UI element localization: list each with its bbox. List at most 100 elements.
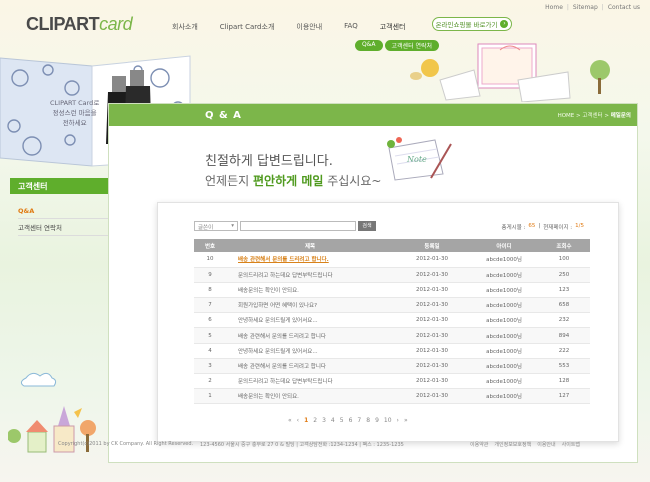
hero-text: CLIPART Card로 정성스런 마음을 전하세요 (50, 98, 99, 128)
nav-customer-center[interactable]: 고객센터 (380, 22, 406, 32)
note-label: Note (406, 155, 427, 164)
content-panel: Q & A HOME > 고객센터 > 메일문의 친절하게 답변드립니다. 언제… (108, 103, 638, 463)
board-stats: 총게시물 : 65 | 현재페이지 : 1/5 (501, 223, 584, 231)
sidebar-item-contact[interactable]: 고객센터 연락처 (18, 219, 110, 236)
table-row[interactable]: 3 배송 관련해서 문의를 드리려고 합니다 2012-01-30 abcde1000… (194, 358, 590, 375)
footer-address: 123-4560 서울시 중구 충무로 27 0 & 빌딩 | 고객상담전화 :… (200, 441, 404, 448)
breadcrumb-home[interactable]: HOME (558, 113, 575, 119)
pager-page-1[interactable]: 1 (304, 417, 308, 424)
post-subject-link[interactable]: 안녕하세요 문의드릴게 있어서요... (226, 312, 394, 329)
post-subject-link[interactable]: 회원가입하면 어떤 혜택이 있나요? (226, 297, 394, 314)
intro-highlight: 편안하게 메일 (252, 174, 324, 188)
footer-links: 이용약관 개인정보보호정책 이용안내 사이트맵 (470, 441, 580, 448)
top-link-sitemap[interactable]: Sitemap (573, 4, 598, 11)
chevron-down-icon: ▾ (231, 223, 234, 229)
footer-link-terms[interactable]: 이용약관 (470, 441, 488, 448)
logo-sub: card (99, 14, 133, 34)
post-subject-link[interactable]: 배송 관련해서 문의를 드리려고 합니다 (226, 327, 394, 344)
pager-page-9[interactable]: 9 (375, 417, 379, 424)
breadcrumb: HOME > 고객센터 > 메일문의 (557, 113, 631, 119)
pager-page-3[interactable]: 3 (322, 417, 326, 424)
arrow-right-icon: › (500, 20, 509, 28)
footer: Copyright(c)2011 by CK Company. All Righ… (0, 436, 650, 452)
qna-table: 번호 제목 등록일 아이디 조회수 10 배송 관련해서 문의를 드리려고 합니다… (194, 239, 590, 405)
page-label: 현재페이지 : (543, 225, 573, 231)
search-input[interactable] (240, 221, 356, 231)
nav-faq[interactable]: FAQ (344, 22, 358, 32)
nav-guide[interactable]: 이용안내 (296, 22, 322, 32)
post-subject-link[interactable]: 배송문의는 확인이 안되요. (226, 282, 394, 299)
total-label: 총게시물 : (501, 225, 526, 231)
top-links: Home | Sitemap | Contact us (545, 4, 640, 11)
top-link-home[interactable]: Home (545, 4, 563, 11)
post-subject-link[interactable]: 배송 관련해서 문의를 드리려고 합니다 (226, 358, 394, 375)
post-subject-link[interactable]: 배송 관련해서 문의를 드리려고 합니다. (226, 252, 394, 268)
online-mall-button[interactable]: 온라인쇼핑몰 바로가기 › (432, 17, 512, 31)
table-row[interactable]: 7 회원가입하면 어떤 혜택이 있나요? 2012-01-30 abcde1000님 6… (194, 297, 590, 314)
pagination: « ‹ 1 2 3 4 5 6 7 8 9 10 › » (288, 417, 408, 424)
qna-board: 글쓴이 ▾ 검색 총게시물 : 65 | 현재페이지 : 1/5 번호 제목 등록… (157, 202, 619, 442)
nav-company[interactable]: 회사소개 (172, 22, 198, 32)
note-pencil-icon: Note (387, 137, 452, 181)
table-row[interactable]: 4 안녕하세요 문의드릴게 있어서요... 2012-01-30 abcde1000님… (194, 343, 590, 359)
pager-last[interactable]: » (404, 417, 408, 424)
pager-page-5[interactable]: 5 (340, 417, 344, 424)
hero-text-line-1: CLIPART Card로 (50, 99, 100, 107)
table-row[interactable]: 10 배송 관련해서 문의를 드리려고 합니다. 2012-01-30 abcde10… (194, 252, 590, 268)
pager-page-6[interactable]: 6 (349, 417, 353, 424)
online-mall-label: 온라인쇼핑몰 바로가기 (435, 21, 498, 29)
col-subject: 제목 (226, 239, 394, 252)
total-value: 65 (528, 223, 536, 229)
nav-card-intro[interactable]: Clipart Card소개 (220, 22, 275, 32)
breadcrumb-mid[interactable]: 고객센터 (582, 113, 602, 119)
pager-page-8[interactable]: 8 (366, 417, 370, 424)
pager-prev[interactable]: ‹ (297, 417, 299, 424)
post-subject-link[interactable]: 안녕하세요 문의드릴게 있어서요... (226, 343, 394, 359)
pager-page-4[interactable]: 4 (331, 417, 335, 424)
col-date: 등록일 (394, 239, 470, 252)
breadcrumb-current: 메일문의 (610, 113, 631, 119)
col-number: 번호 (194, 239, 226, 252)
col-id: 아이디 (470, 239, 538, 252)
sidebar-menu: Q&A 고객센터 연락처 (18, 204, 110, 236)
col-views: 조회수 (538, 239, 590, 252)
post-subject-link[interactable]: 문의드리려고 하는데요 답변부탁드립니다 (226, 373, 394, 390)
footer-link-sitemap[interactable]: 사이트맵 (562, 441, 580, 448)
page-title: Q & A (205, 109, 242, 121)
site-logo[interactable]: CLIPARTcard (26, 14, 133, 35)
hero-text-line-3: 전하세요 (62, 119, 87, 127)
sidebar-title: 고객센터 (10, 178, 110, 194)
cards-decoration (410, 43, 610, 102)
pager-first[interactable]: « (288, 417, 292, 424)
pager-page-7[interactable]: 7 (357, 417, 361, 424)
logo-main: CLIPART (26, 14, 100, 34)
footer-link-guide[interactable]: 이용안내 (537, 441, 555, 448)
sub-nav-qna[interactable]: Q&A (355, 40, 383, 51)
footer-link-privacy[interactable]: 개인정보보호정책 (494, 441, 531, 448)
table-row[interactable]: 5 배송 관련해서 문의를 드리려고 합니다 2012-01-30 abcde1000… (194, 327, 590, 344)
post-subject-link[interactable]: 문의드리려고 하는데요 답변부탁드립니다 (226, 267, 394, 283)
qna-rows: 10 배송 관련해서 문의를 드리려고 합니다. 2012-01-30 abcde10… (194, 252, 590, 405)
main-nav: 회사소개 Clipart Card소개 이용안내 FAQ 고객센터 (172, 22, 427, 32)
post-subject-link[interactable]: 배송문의는 확인이 안되요. (226, 388, 394, 405)
page-value: 1/5 (575, 223, 584, 229)
panel-header: Q & A HOME > 고객센터 > 메일문의 (109, 104, 637, 126)
table-row[interactable]: 8 배송문의는 확인이 안되요. 2012-01-30 abcde1000님 123 (194, 282, 590, 299)
search-button[interactable]: 검색 (358, 221, 376, 231)
pager-page-10[interactable]: 10 (384, 417, 392, 424)
footer-copyright: Copyright(c)2011 by CK Company. All Righ… (58, 441, 194, 447)
pager-next[interactable]: › (397, 417, 399, 424)
intro-line-1: 친절하게 답변드립니다. (205, 154, 333, 169)
hero-text-line-2: 정성스런 마음을 (52, 109, 97, 117)
top-link-contact[interactable]: Contact us (608, 4, 640, 11)
table-row[interactable]: 2 문의드리려고 하는데요 답변부탁드립니다 2012-01-30 abcde1000… (194, 373, 590, 390)
table-row[interactable]: 6 안녕하세요 문의드릴게 있어서요... 2012-01-30 abcde1000님… (194, 312, 590, 329)
intro-line-2: 언제든지 편안하게 메일 주십시요~ (205, 174, 382, 188)
table-row[interactable]: 1 배송문의는 확인이 안되요. 2012-01-30 abcde1000님 127 (194, 388, 590, 405)
intro-message: 친절하게 답변드립니다. 언제든지 편안하게 메일 주십시요~ (205, 150, 381, 189)
table-row[interactable]: 9 문의드리려고 하는데요 답변부탁드립니다 2012-01-30 abcde1000… (194, 267, 590, 283)
sidebar-item-qna[interactable]: Q&A (18, 204, 110, 219)
search-bar: 글쓴이 ▾ 검색 (194, 221, 376, 231)
search-type-select[interactable]: 글쓴이 ▾ (194, 221, 238, 231)
pager-page-2[interactable]: 2 (313, 417, 317, 424)
